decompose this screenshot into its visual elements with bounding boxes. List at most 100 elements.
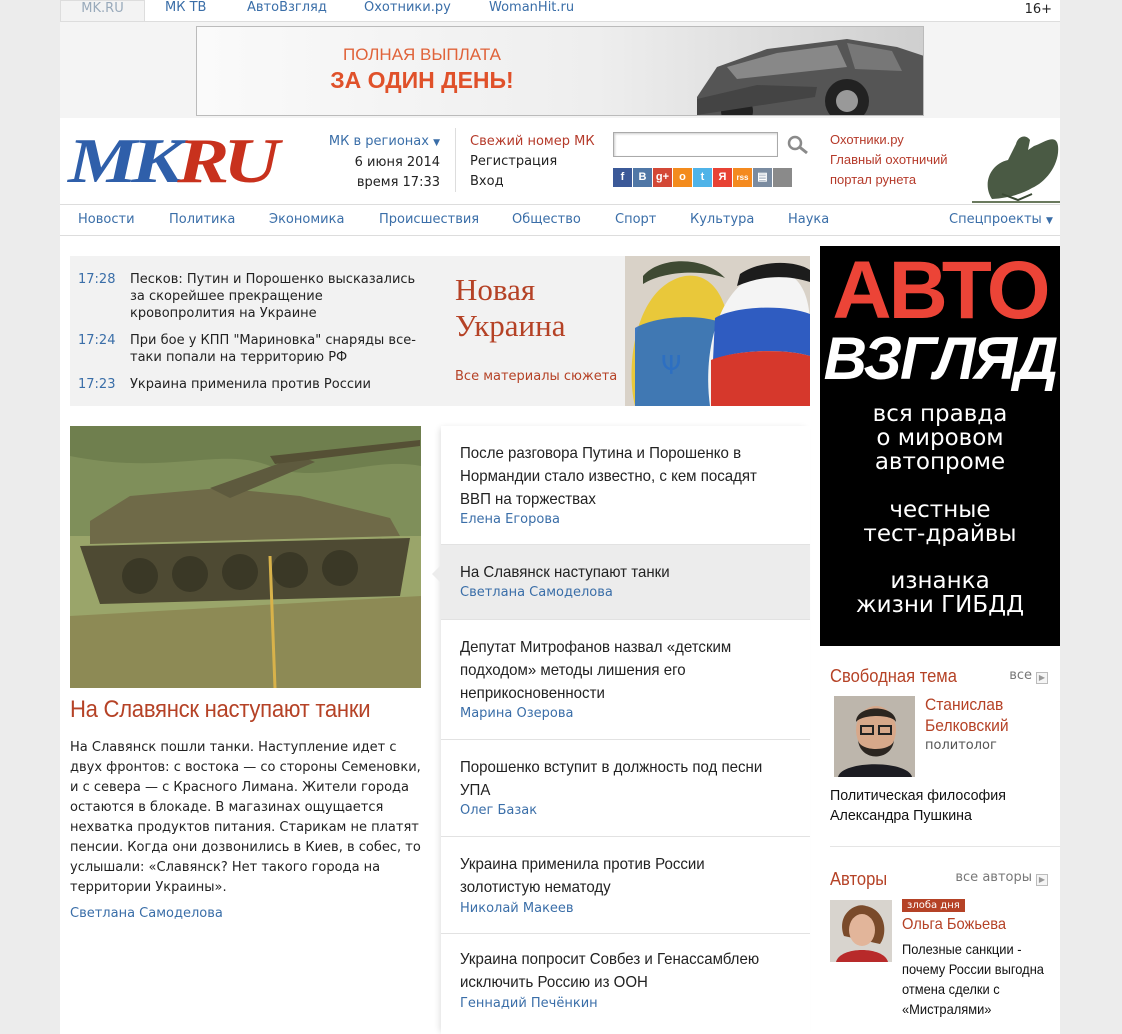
chevron-down-icon: ▼ [1045,216,1053,226]
ad-text-2: честные тест-драйвы [863,497,1017,547]
arrow-right-icon: ▶ [1036,874,1048,886]
divider [830,846,1060,847]
nav-item-news[interactable]: Новости [78,212,135,227]
feed-headline[interactable]: После разговора Путина и Порошенко в Нор… [460,442,775,511]
social-icon[interactable]: t [693,168,712,187]
tab-ohotniki[interactable]: Охотники.ру [364,0,451,22]
social-icon[interactable]: g+ [653,168,672,187]
arrow-right-icon: ▶ [1036,672,1048,684]
feed-author[interactable]: Николай Макеев [460,901,574,916]
feed-item[interactable]: После разговора Путина и Порошенко в Нор… [441,426,810,545]
social-icon[interactable]: о [673,168,692,187]
feed-headline[interactable]: Порошенко вступит в должность под песни … [460,756,775,802]
story-all-materials-link[interactable]: Все материалы сюжета [455,369,617,384]
feed-item-active[interactable]: На Славянск наступают танки Светлана Сам… [432,545,810,620]
bozheva-photo[interactable] [830,900,892,962]
free-topic-author-name[interactable]: Станислав Белковский [925,694,1009,736]
free-topic-all-link[interactable]: все ▶ [1009,668,1048,684]
ad-text-1: вся правда о мировом автопроме [872,401,1008,475]
top-banner-ad[interactable]: ПОЛНАЯ ВЫПЛАТА ЗА ОДИН ДЕНЬ! [196,26,924,116]
date-block: МК в регионах ▼ 6 июня 2014 время 17:33 [320,132,440,193]
banner-zone: ПОЛНАЯ ВЫПЛАТА ЗА ОДИН ДЕНЬ! [60,22,1060,118]
nav-item-culture[interactable]: Культура [690,212,754,227]
mkru-logo[interactable]: MKRU [68,128,280,194]
ohotniki-promo[interactable]: Охотники.ру Главный охотничий портал рун… [830,130,948,190]
main-article-text: На Славянск пошли танки. Наступление иде… [70,740,421,895]
tab-mk-tv[interactable]: МК ТВ [165,0,206,22]
feed-author[interactable]: Олег Базак [460,803,537,818]
tab-mkru[interactable]: MK.RU [60,0,145,21]
tab-avtovzglyad[interactable]: АвтоВзгляд [247,0,327,22]
painted-faces-image: Ψ [625,256,810,406]
author-article-title[interactable]: Полезные санкции - почему России выгодна… [902,939,1049,1019]
nav-item-science[interactable]: Наука [788,212,829,227]
banner-line-2: ЗА ОДИН ДЕНЬ! [330,67,514,93]
tab-womanhit[interactable]: WomanHit.ru [489,0,574,22]
damaged-car-image [697,39,923,115]
site-header: MKRU МК в регионах ▼ 6 июня 2014 время 1… [60,118,1060,204]
free-topic-heading[interactable]: Свободная тема [830,666,957,687]
headline-feed: После разговора Путина и Порошенко в Нор… [432,426,810,1034]
hot-topic-badge: злоба дня [902,899,965,912]
all-authors-link[interactable]: все авторы ▶ [955,870,1048,886]
nav-item-politics[interactable]: Политика [169,212,235,227]
news-time: 17:23 [78,377,116,392]
chevron-down-icon: ▼ [433,138,440,148]
current-time: время 17:33 [356,175,440,190]
nav-item-sport[interactable]: Спорт [615,212,656,227]
news-time: 17:24 [78,333,116,348]
social-icon[interactable]: ▤ [753,168,772,187]
regions-dropdown[interactable]: МК в регионах ▼ [320,132,440,153]
search-input[interactable] [613,132,778,157]
fresh-issue-link[interactable]: Свежий номер МК [470,132,595,152]
login-link[interactable]: Вход [470,172,595,192]
news-row[interactable]: 17:28 Песков: Путин и Порошенко высказал… [78,271,433,323]
feed-item[interactable]: Украина применила против России золотист… [441,837,810,934]
news-row[interactable]: 17:23 Украина применила против России [78,376,433,394]
nav-special-projects[interactable]: Спецпроекты ▼ [949,212,1053,227]
register-link[interactable]: Регистрация [470,152,595,172]
news-headline[interactable]: Украина применила против России [130,376,430,393]
belkovsky-portrait[interactable] [834,696,915,777]
main-article-author[interactable]: Светлана Самоделова [70,906,223,921]
free-topic-title[interactable]: Политическая философия Александра Пушкин… [830,786,1049,826]
social-icon[interactable]: rss [733,168,752,187]
current-date: 6 июня 2014 [354,155,440,170]
social-icon[interactable] [773,168,792,187]
main-nav: Новости Политика Экономика Происшествия … [60,204,1060,236]
nav-item-society[interactable]: Общество [512,212,581,227]
feed-author[interactable]: Светлана Самоделова [460,585,613,600]
author-name[interactable]: Ольга Божьева [902,916,1006,934]
story-block: 17:28 Песков: Путин и Порошенко высказал… [70,256,810,406]
nav-item-economy[interactable]: Экономика [269,212,344,227]
feed-headline[interactable]: Украина применила против России золотист… [460,853,775,899]
feed-author[interactable]: Елена Егорова [460,512,560,527]
feed-author[interactable]: Марина Озерова [460,706,573,721]
svg-text:Ψ: Ψ [661,351,681,381]
active-pointer [432,565,441,583]
news-row[interactable]: 17:24 При бое у КПП "Мариновка" снаряды … [78,332,433,368]
social-icon[interactable]: f [613,168,632,187]
news-headline[interactable]: Песков: Путин и Порошенко высказались за… [130,271,430,322]
search-icon[interactable] [786,134,810,156]
avtovzglyad-ad[interactable]: АВТО ВЗГЛЯД вся правда о мировом автопроме… [820,246,1060,646]
tank-photo[interactable] [70,426,421,688]
news-time: 17:28 [78,272,116,287]
capercaillie-icon [972,136,1060,203]
feed-headline[interactable]: На Славянск наступают танки [460,561,775,584]
age-rating-badge: 16+ [1024,2,1052,17]
news-headline[interactable]: При бое у КПП "Мариновка" снаряды все-та… [130,332,430,366]
authors-heading[interactable]: Авторы [830,869,887,890]
main-article-title[interactable]: На Славянск наступают танки [70,696,371,724]
feed-headline[interactable]: Украина попросит Совбез и Генассамблею и… [460,948,775,994]
social-icon[interactable]: Я [713,168,732,187]
story-title[interactable]: Новая Украина [455,272,575,344]
feed-item[interactable]: Депутат Митрофанов назвал «детским подхо… [441,620,810,740]
social-icon[interactable]: В [633,168,652,187]
nav-item-incidents[interactable]: Происшествия [379,212,479,227]
feed-author[interactable]: Геннадий Печёнкин [460,996,598,1011]
feed-item[interactable]: Порошенко вступит в должность под песни … [441,740,810,837]
feed-item[interactable]: Украина попросит Совбез и Генассамблею и… [441,934,810,1034]
account-links: Свежий номер МК Регистрация Вход [470,132,595,192]
feed-headline[interactable]: Депутат Митрофанов назвал «детским подхо… [460,636,775,705]
